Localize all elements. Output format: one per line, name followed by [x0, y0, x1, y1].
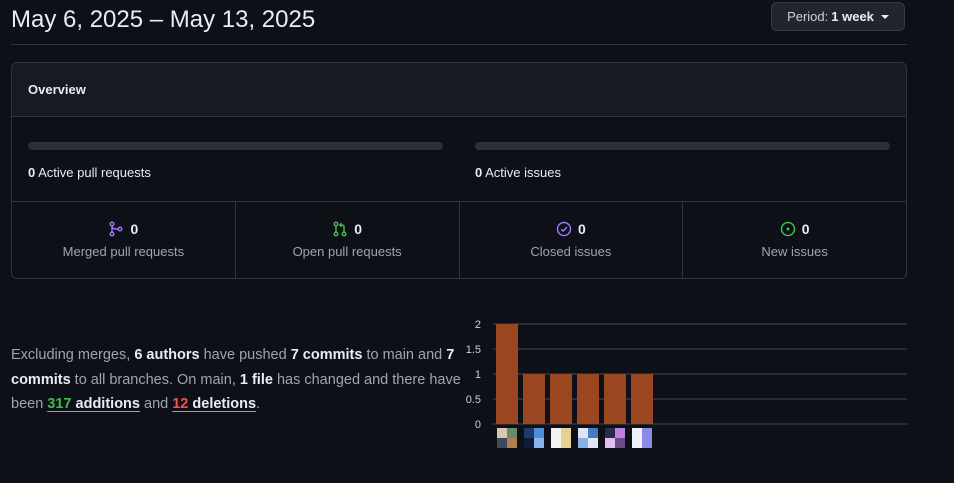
additions-link[interactable]: 317 additions [47, 396, 140, 412]
chart-bar[interactable] [523, 374, 545, 424]
summary-text: to main and [362, 347, 447, 363]
stat-new-issues[interactable]: 0 New issues [683, 202, 906, 278]
y-tick-label: 1 [475, 369, 481, 381]
closed-issues-label: Closed issues [530, 244, 612, 259]
active-pull-requests-count: 0 [28, 165, 36, 180]
pull-requests-progress-bar [28, 142, 443, 150]
authors-count: 6 authors [134, 347, 200, 363]
author-avatar[interactable] [632, 428, 652, 448]
chart-bar[interactable] [604, 374, 626, 424]
open-pull-requests-value: 0 [354, 221, 363, 237]
chart-bar[interactable] [577, 374, 599, 424]
overview-panel: Overview 0 Active pull requests 0 Active… [11, 62, 907, 279]
deletions-word: deletions [192, 396, 257, 412]
active-pull-requests-link[interactable]: 0 Active pull requests [28, 165, 443, 180]
closed-issues-value: 0 [577, 221, 586, 237]
y-tick-label: 0 [475, 419, 481, 431]
issue-opened-icon [780, 221, 795, 237]
additions-word: additions [75, 396, 140, 412]
overview-stats-row: 0 Merged pull requests 0 Open pull reque… [12, 202, 906, 278]
overview-title: Overview [28, 82, 86, 97]
stat-merged-pull-requests[interactable]: 0 Merged pull requests [12, 202, 236, 278]
chart-bar[interactable] [631, 374, 653, 424]
overview-header: Overview [12, 63, 906, 117]
caret-down-icon [880, 15, 889, 19]
deletions-link[interactable]: 12 deletions [172, 396, 256, 412]
author-avatar[interactable] [605, 428, 625, 448]
summary-text: and [139, 396, 173, 412]
stat-closed-issues[interactable]: 0 Closed issues [460, 202, 684, 278]
date-range-title: May 6, 2025 – May 13, 2025 [11, 6, 316, 33]
active-issues-label: Active issues [485, 165, 562, 180]
header-divider [11, 44, 907, 45]
summary-text: have pushed [199, 347, 291, 363]
commits-by-author-chart: 0 0.5 1 1.5 2 [466, 319, 907, 448]
git-merge-icon [109, 221, 124, 237]
overview-progress-row: 0 Active pull requests 0 Active issues [12, 117, 906, 202]
y-tick-label: 1.5 [466, 344, 481, 356]
stat-open-pull-requests[interactable]: 0 Open pull requests [236, 202, 460, 278]
summary-text: . [256, 396, 261, 412]
active-pull-requests-label: Active pull requests [38, 165, 151, 180]
commit-summary: Excluding merges, 6 authors have pushed … [11, 343, 471, 417]
active-pull-requests-block: 0 Active pull requests [28, 142, 443, 180]
new-issues-value: 0 [801, 221, 810, 237]
files-changed-count: 1 file [239, 371, 273, 388]
author-avatar[interactable] [578, 428, 598, 448]
period-dropdown-button[interactable]: Period: 1 week [771, 2, 905, 31]
deletions-count: 12 [172, 396, 189, 412]
active-issues-block: 0 Active issues [475, 142, 890, 180]
summary-text: Excluding merges, [11, 347, 135, 363]
y-tick-label: 0.5 [466, 394, 481, 406]
author-avatar[interactable] [497, 428, 517, 448]
period-prefix: Period: [787, 9, 829, 24]
issues-progress-bar [475, 142, 890, 150]
author-avatar[interactable] [551, 428, 571, 448]
author-avatar[interactable] [524, 428, 544, 448]
summary-text: to all branches. On main, [70, 371, 240, 388]
chart-bar[interactable] [496, 324, 518, 424]
additions-count: 317 [47, 396, 72, 412]
period-value: 1 week [831, 9, 874, 24]
active-issues-count: 0 [475, 165, 483, 180]
open-pull-requests-label: Open pull requests [292, 244, 402, 259]
new-issues-label: New issues [761, 244, 828, 259]
merged-pull-requests-value: 0 [130, 221, 139, 237]
merged-pull-requests-label: Merged pull requests [62, 244, 185, 259]
git-pull-request-icon [333, 221, 347, 237]
commits-main-count: 7 commits [290, 347, 363, 363]
chart-bar[interactable] [550, 374, 572, 424]
y-tick-label: 2 [475, 319, 481, 331]
active-issues-link[interactable]: 0 Active issues [475, 165, 890, 180]
issue-closed-icon [556, 221, 572, 237]
